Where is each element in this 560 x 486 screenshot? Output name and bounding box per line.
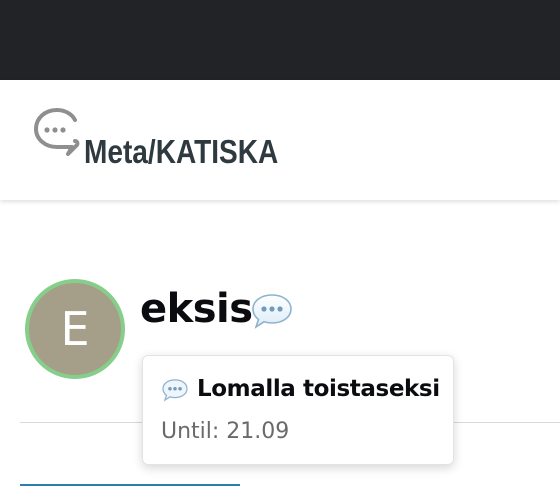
status-description: Lomalla toistaseksi: [197, 376, 440, 402]
avatar-letter: E: [60, 302, 90, 356]
speech-balloon-icon[interactable]: [250, 292, 294, 330]
user-card-area: E eksis Lomalla toistaseksi Until: 21.09: [0, 200, 560, 486]
discourse-chat-bubble-icon: [34, 108, 80, 156]
speech-balloon-icon: [162, 379, 188, 402]
user-avatar[interactable]: E: [25, 279, 125, 379]
site-logo-link[interactable]: Meta/KATISKA: [30, 104, 320, 184]
status-until: Until: 21.09: [161, 419, 290, 444]
user-status-tooltip: Lomalla toistaseksi Until: 21.09: [142, 355, 454, 465]
site-title: Meta/KATISKA: [84, 133, 279, 170]
username[interactable]: eksis: [140, 284, 253, 334]
top-dark-bar: [0, 0, 560, 80]
site-header: Meta/KATISKA: [0, 80, 560, 200]
